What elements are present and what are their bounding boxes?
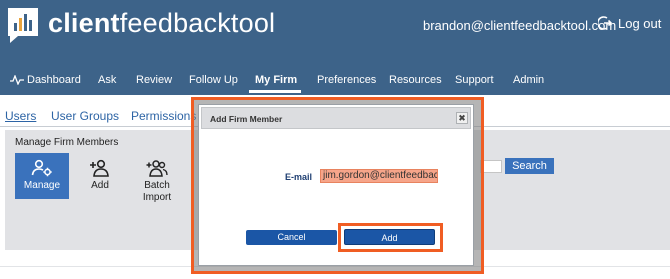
tab-user-groups[interactable]: User Groups — [51, 109, 119, 123]
nav-support[interactable]: Support — [455, 74, 494, 86]
nav-my-firm[interactable]: My Firm — [255, 74, 297, 86]
add-user-button[interactable]: Add — [73, 153, 127, 199]
app-header: clientfeedbacktool brandon@clientfeedbac… — [0, 0, 670, 95]
manage-button[interactable]: Manage — [15, 153, 69, 199]
close-icon[interactable]: ✖ — [456, 112, 468, 124]
email-field[interactable]: jim.gordon@clientfeedbacktool. — [320, 169, 438, 183]
nav-follow-up[interactable]: Follow Up — [189, 74, 238, 86]
nav-preferences[interactable]: Preferences — [317, 74, 376, 86]
search-button[interactable]: Search — [505, 158, 554, 174]
nav-ask[interactable]: Ask — [98, 74, 116, 86]
add-firm-member-dialog: Add Firm Member ✖ E-mail jim.gordon@clie… — [198, 104, 474, 266]
nav-admin[interactable]: Admin — [513, 74, 544, 86]
active-nav-indicator — [249, 90, 301, 93]
email-label: E-mail — [285, 172, 313, 182]
manage-title: Manage Firm Members — [15, 137, 119, 148]
dialog-header: Add Firm Member ✖ — [201, 107, 471, 129]
batch-import-button[interactable]: Batch Import — [130, 153, 184, 203]
dialog-title: Add Firm Member — [210, 114, 283, 124]
manage-label: Manage — [23, 180, 61, 191]
logout-link[interactable]: Log out — [598, 15, 661, 31]
users-cog-icon — [31, 159, 52, 177]
cancel-button[interactable]: Cancel — [246, 230, 337, 245]
users-plus-icon — [146, 160, 168, 177]
pulse-icon — [10, 75, 24, 85]
logout-icon — [598, 16, 612, 30]
logo-icon — [8, 8, 38, 43]
main-nav: Dashboard Ask Review Follow Up My Firm P… — [0, 70, 670, 92]
batch-label-line2: Import — [142, 192, 172, 203]
nav-dashboard[interactable]: Dashboard — [10, 74, 81, 86]
user-email: brandon@clientfeedbacktool.com — [423, 18, 617, 33]
logout-label: Log out — [618, 15, 662, 31]
user-plus-icon — [90, 159, 109, 177]
nav-review[interactable]: Review — [136, 74, 172, 86]
add-button[interactable]: Add — [344, 229, 435, 245]
tab-users[interactable]: Users — [5, 109, 36, 123]
tab-permissions[interactable]: Permissions — [131, 109, 196, 123]
batch-label-line1: Batch — [144, 180, 170, 191]
nav-resources[interactable]: Resources — [389, 74, 442, 86]
add-label: Add — [91, 180, 109, 191]
brand-logo-text: clientfeedbacktool — [48, 8, 276, 38]
nav-label: Dashboard — [27, 74, 81, 86]
